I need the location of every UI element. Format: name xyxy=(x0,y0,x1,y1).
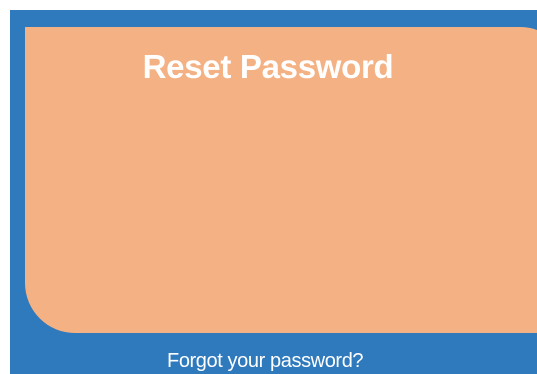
forgot-password-link[interactable]: Forgot your password? xyxy=(167,349,364,373)
login-frame: Reset Password Forgot your password? xyxy=(10,10,537,374)
reset-password-title: Reset Password xyxy=(142,48,394,85)
